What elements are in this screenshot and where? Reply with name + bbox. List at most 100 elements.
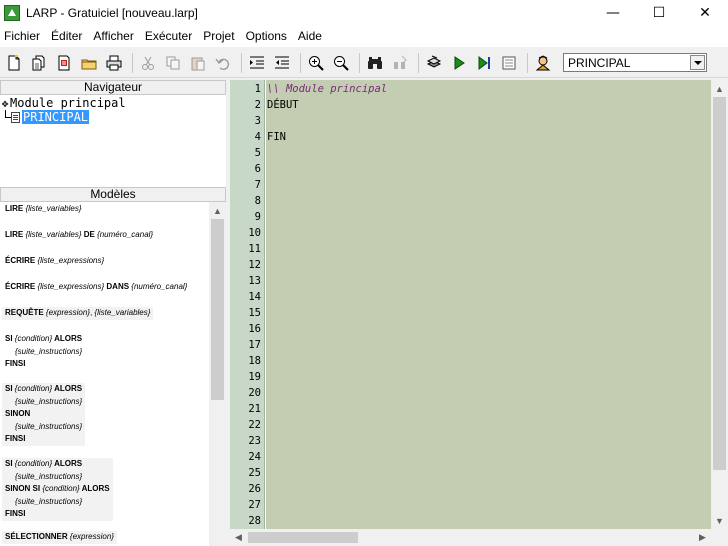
scissors-icon	[142, 56, 154, 70]
menu-fichier[interactable]: Fichier	[0, 29, 47, 43]
line-number: 19	[248, 371, 261, 383]
tree-item-principal[interactable]: PRINCIPAL	[0, 110, 226, 124]
line-number: 7	[254, 179, 261, 191]
scroll-up-icon[interactable]: ▲	[209, 202, 226, 219]
line-number: 4	[254, 131, 261, 143]
editor-horizontal-scrollbar[interactable]: ◀ ▶	[230, 529, 711, 546]
new-file-icon	[8, 54, 20, 70]
line-number: 16	[248, 323, 261, 335]
line-number: 1	[254, 83, 261, 95]
binoculars-icon	[368, 56, 382, 69]
line-number: 18	[248, 355, 261, 367]
menu-executer[interactable]: Exécuter	[141, 29, 199, 43]
editor-hscroll-thumb[interactable]	[248, 532, 358, 543]
print-button[interactable]	[103, 52, 125, 74]
console-icon	[502, 56, 516, 69]
maximize-button[interactable]: ☐	[636, 0, 682, 25]
replace-button[interactable]	[389, 52, 411, 74]
outdent-button[interactable]	[271, 52, 293, 74]
compile-button[interactable]	[423, 52, 445, 74]
scrollbar-corner	[711, 529, 728, 546]
line-number: 10	[248, 227, 261, 239]
run-button[interactable]	[448, 52, 470, 74]
tree-root-label: Module principal	[10, 96, 126, 110]
models-list: LIRE {liste_variables} LIRE {liste_varia…	[0, 202, 226, 546]
find-button[interactable]	[364, 52, 386, 74]
module-select-value: PRINCIPAL	[568, 55, 631, 70]
play-icon	[454, 55, 465, 70]
model-si[interactable]: SI {condition} ALORS {suite_instructions…	[2, 333, 85, 371]
scroll-down-icon[interactable]: ▼	[711, 512, 728, 529]
expand-icon[interactable]: ✥	[0, 97, 10, 110]
toolbar-separator	[300, 52, 301, 73]
new-project-icon	[32, 55, 45, 70]
menu-editer[interactable]: Éditer	[47, 29, 89, 43]
open-project-button[interactable]	[53, 52, 75, 74]
new-project-button[interactable]	[28, 52, 50, 74]
line-number: 25	[248, 467, 261, 479]
copy-icon	[166, 56, 180, 69]
code-line: DÉBUT	[267, 99, 299, 111]
line-number: 20	[248, 387, 261, 399]
code-comment-line: \\ Module principal	[267, 83, 388, 95]
tree-root[interactable]: ✥ Module principal	[0, 96, 226, 110]
line-number: 21	[248, 403, 261, 415]
model-selectionner[interactable]: SÉLECTIONNER {expression}	[2, 531, 117, 544]
toolbar-separator	[527, 52, 528, 73]
model-si-sinon-si[interactable]: SI {condition} ALORS {suite_instructions…	[2, 458, 113, 521]
model-ecrire-canal[interactable]: ÉCRIRE {liste_expressions} DANS {numéro_…	[2, 281, 190, 294]
cut-button[interactable]	[137, 52, 159, 74]
new-file-button[interactable]	[3, 52, 25, 74]
larp-window: LARP - Gratuiciel [nouveau.larp] — ☐ ✕ F…	[0, 0, 728, 546]
step-button[interactable]	[473, 52, 495, 74]
help-assistant-button[interactable]	[532, 52, 554, 74]
console-button[interactable]	[498, 52, 520, 74]
paste-icon	[191, 57, 205, 70]
scroll-right-icon[interactable]: ▶	[694, 529, 711, 546]
models-header: Modèles	[0, 187, 226, 202]
line-number: 22	[248, 419, 261, 431]
tree-line-icon	[0, 110, 11, 124]
model-lire[interactable]: LIRE {liste_variables}	[2, 203, 85, 216]
open-project-icon	[58, 55, 70, 70]
open-folder-button[interactable]	[78, 52, 100, 74]
model-si-sinon[interactable]: SI {condition} ALORS {suite_instructions…	[2, 383, 86, 446]
line-number: 12	[248, 259, 261, 271]
line-number: 28	[248, 515, 261, 527]
menu-afficher[interactable]: Afficher	[89, 29, 140, 43]
close-button[interactable]: ✕	[682, 0, 728, 25]
toolbar-separator	[418, 52, 419, 73]
menu-projet[interactable]: Projet	[199, 29, 241, 43]
editor-scroll-thumb[interactable]	[713, 97, 726, 470]
line-number: 5	[254, 147, 261, 159]
module-select[interactable]: PRINCIPAL	[563, 53, 707, 72]
line-number-gutter: 1 2 3 4 5 6 7 8 9 10 11 12 13 14 15 16 17 18 19 20 21 22 23 24 2…	[230, 80, 265, 529]
line-number: 9	[254, 211, 261, 223]
line-number: 15	[248, 307, 261, 319]
models-scrollbar[interactable]: ▲ ▼	[209, 202, 226, 546]
model-lire-canal[interactable]: LIRE {liste_variables} DE {numéro_canal}	[2, 229, 156, 242]
undo-button[interactable]	[212, 52, 234, 74]
chevron-down-icon[interactable]	[690, 55, 705, 70]
copy-button[interactable]	[162, 52, 184, 74]
paste-button[interactable]	[187, 52, 209, 74]
indent-button[interactable]	[246, 52, 268, 74]
zoom-in-button[interactable]	[305, 52, 327, 74]
line-number: 14	[248, 291, 261, 303]
editor-vertical-scrollbar[interactable]: ▲ ▼	[711, 80, 728, 529]
line-number: 26	[248, 483, 261, 495]
zoom-out-button[interactable]	[330, 52, 352, 74]
model-requete[interactable]: REQUÊTE {expression}, {liste_variables}	[2, 307, 154, 320]
scroll-left-icon[interactable]: ◀	[230, 529, 247, 546]
title-bar: LARP - Gratuiciel [nouveau.larp] — ☐ ✕	[0, 0, 728, 25]
navigator-tree: ✥ Module principal PRINCIPAL	[0, 95, 226, 187]
models-scroll-thumb[interactable]	[211, 219, 224, 400]
code-area[interactable]: \\ Module principal DÉBUT FIN	[266, 80, 711, 529]
model-ecrire[interactable]: ÉCRIRE {liste_expressions}	[2, 255, 107, 268]
printer-icon	[106, 55, 122, 70]
scroll-up-icon[interactable]: ▲	[711, 80, 728, 97]
minimize-button[interactable]: —	[590, 0, 636, 25]
menu-options[interactable]: Options	[242, 29, 294, 43]
code-editor[interactable]: 1 2 3 4 5 6 7 8 9 10 11 12 13 14 15 16 17 18 19 20 21 22 23 24 2…	[230, 80, 728, 530]
menu-aide[interactable]: Aide	[294, 29, 329, 43]
